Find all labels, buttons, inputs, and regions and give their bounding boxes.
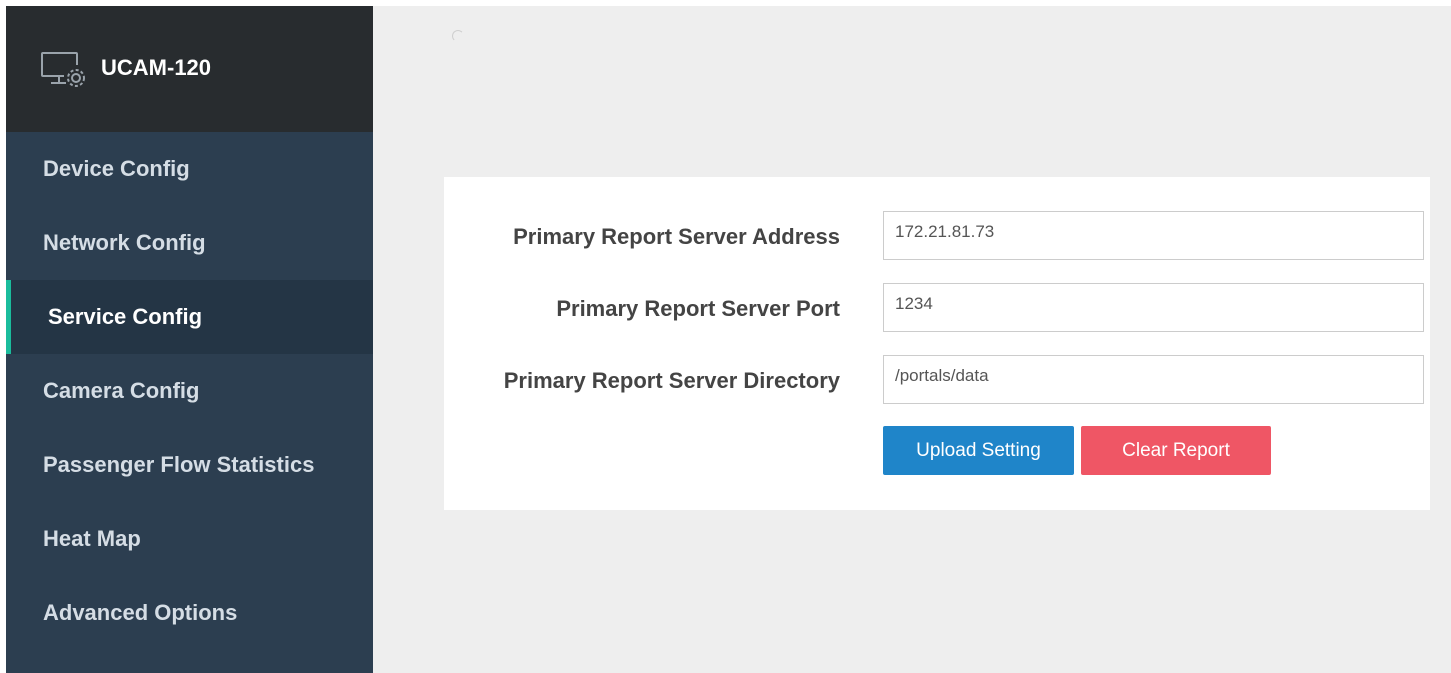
sidebar-item-advanced-options[interactable]: Advanced Options bbox=[6, 576, 373, 650]
upload-setting-button[interactable]: Upload Setting bbox=[883, 426, 1074, 475]
monitor-gear-icon bbox=[40, 51, 92, 91]
sidebar-item-network-config[interactable]: Network Config bbox=[6, 206, 373, 280]
sidebar-item-camera-config[interactable]: Camera Config bbox=[6, 354, 373, 428]
app-window: UCAM-120 Device Config Network Config Se… bbox=[6, 6, 1451, 673]
brand-header: UCAM-120 bbox=[6, 6, 373, 132]
service-config-panel: Primary Report Server Address Primary Re… bbox=[444, 177, 1430, 510]
clear-report-button[interactable]: Clear Report bbox=[1081, 426, 1271, 475]
server-address-input[interactable] bbox=[883, 211, 1424, 260]
sidebar-item-device-config[interactable]: Device Config bbox=[6, 132, 373, 206]
sidebar: UCAM-120 Device Config Network Config Se… bbox=[6, 6, 373, 673]
loading-spinner-icon bbox=[452, 30, 464, 42]
sidebar-item-passenger-flow-statistics[interactable]: Passenger Flow Statistics bbox=[6, 428, 373, 502]
server-address-label: Primary Report Server Address bbox=[513, 224, 840, 249]
server-port-label: Primary Report Server Port bbox=[556, 296, 840, 321]
sidebar-item-heat-map[interactable]: Heat Map bbox=[6, 502, 373, 576]
sidebar-item-service-config[interactable]: Service Config bbox=[6, 280, 373, 354]
server-directory-label: Primary Report Server Directory bbox=[503, 368, 840, 393]
server-port-input[interactable] bbox=[883, 283, 1424, 332]
server-directory-input[interactable] bbox=[883, 355, 1424, 404]
app-title: UCAM-120 bbox=[101, 55, 212, 80]
